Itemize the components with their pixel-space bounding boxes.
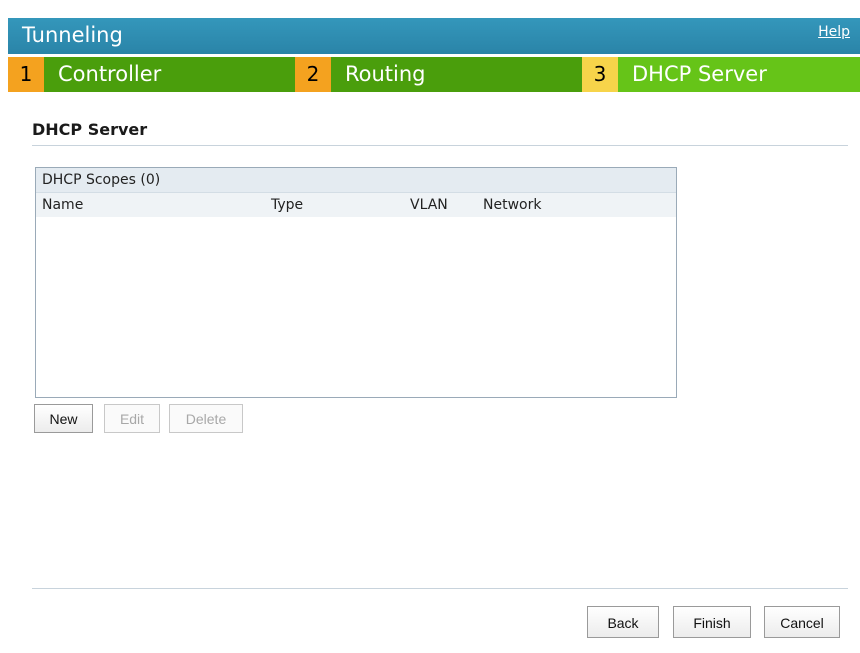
section-title: DHCP Server [32, 120, 148, 139]
step-number: 1 [8, 57, 44, 92]
dhcp-scopes-table: DHCP Scopes (0) Name Type VLAN Network [35, 167, 677, 398]
step-dhcp-server[interactable]: 3 DHCP Server [582, 57, 860, 92]
finish-button[interactable]: Finish [673, 606, 751, 638]
cancel-button[interactable]: Cancel [764, 606, 840, 638]
column-header-network[interactable]: Network [483, 193, 541, 217]
column-header-vlan[interactable]: VLAN [410, 193, 448, 217]
step-routing[interactable]: 2 Routing [295, 57, 582, 92]
table-header-row: Name Type VLAN Network [36, 193, 676, 217]
step-controller[interactable]: 1 Controller [8, 57, 295, 92]
back-button[interactable]: Back [587, 606, 659, 638]
section-divider [32, 145, 848, 146]
step-label: Controller [44, 57, 295, 92]
footer-divider [32, 588, 848, 589]
table-title: DHCP Scopes (0) [36, 168, 676, 193]
dialog-title: Tunneling [22, 23, 123, 47]
new-button[interactable]: New [34, 404, 93, 433]
wizard-steps: 1 Controller 2 Routing 3 DHCP Server [8, 57, 860, 92]
step-label: DHCP Server [618, 57, 860, 92]
edit-button: Edit [104, 404, 160, 433]
title-bar: Tunneling Help [8, 18, 860, 54]
step-label: Routing [331, 57, 582, 92]
delete-button: Delete [169, 404, 243, 433]
step-number: 2 [295, 57, 331, 92]
step-number: 3 [582, 57, 618, 92]
tunneling-dialog: Tunneling Help 1 Controller 2 Routing 3 … [0, 0, 860, 653]
column-header-type[interactable]: Type [271, 193, 303, 217]
column-header-name[interactable]: Name [42, 193, 83, 217]
help-link[interactable]: Help [818, 24, 850, 40]
